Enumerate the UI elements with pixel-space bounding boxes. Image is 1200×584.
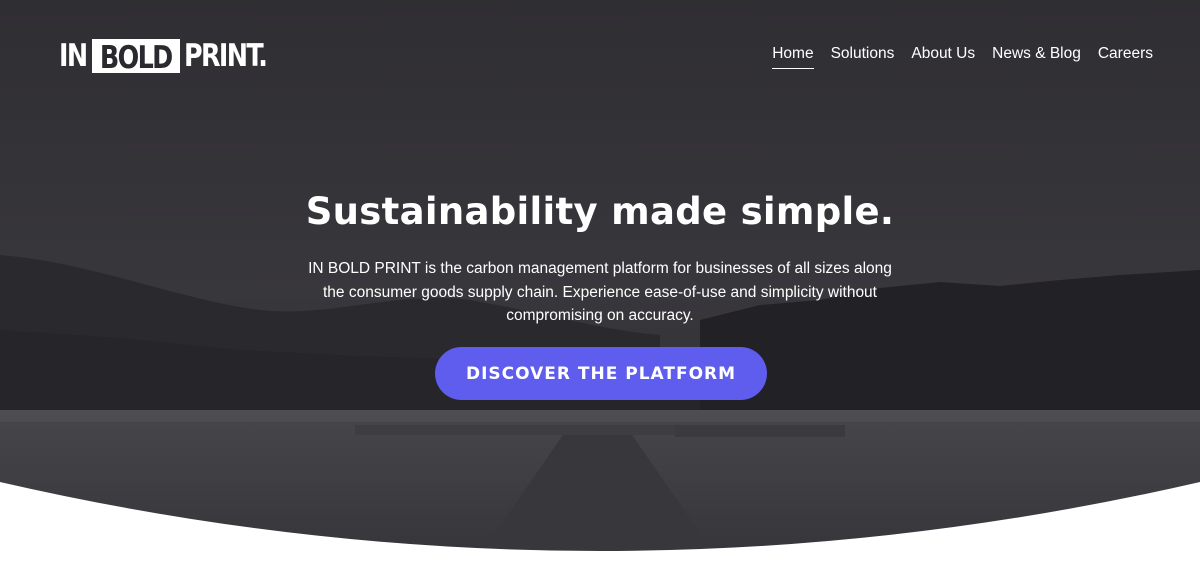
hero-description: IN BOLD PRINT is the carbon management p… bbox=[308, 260, 892, 324]
nav-news-blog[interactable]: News & Blog bbox=[992, 44, 1081, 69]
logo-word-bold: BOLD bbox=[92, 39, 180, 75]
main-nav: Home Solutions About Us News & Blog Care… bbox=[755, 44, 1153, 69]
logo-word-in: IN bbox=[59, 38, 88, 74]
nav-careers[interactable]: Careers bbox=[1098, 44, 1153, 69]
nav-about-us[interactable]: About Us bbox=[911, 44, 975, 69]
logo-word-print: PRINT. bbox=[183, 38, 268, 74]
hero-headline: Sustainability made simple. bbox=[305, 190, 895, 233]
discover-platform-button[interactable]: DISCOVER THE PLATFORM bbox=[435, 347, 767, 400]
nav-home[interactable]: Home bbox=[772, 44, 814, 69]
hero-section: IN BOLD PRINT. Home Solutions About Us N… bbox=[0, 0, 1200, 584]
nav-solutions[interactable]: Solutions bbox=[831, 44, 895, 69]
brand-logo[interactable]: IN BOLD PRINT. bbox=[59, 38, 284, 75]
